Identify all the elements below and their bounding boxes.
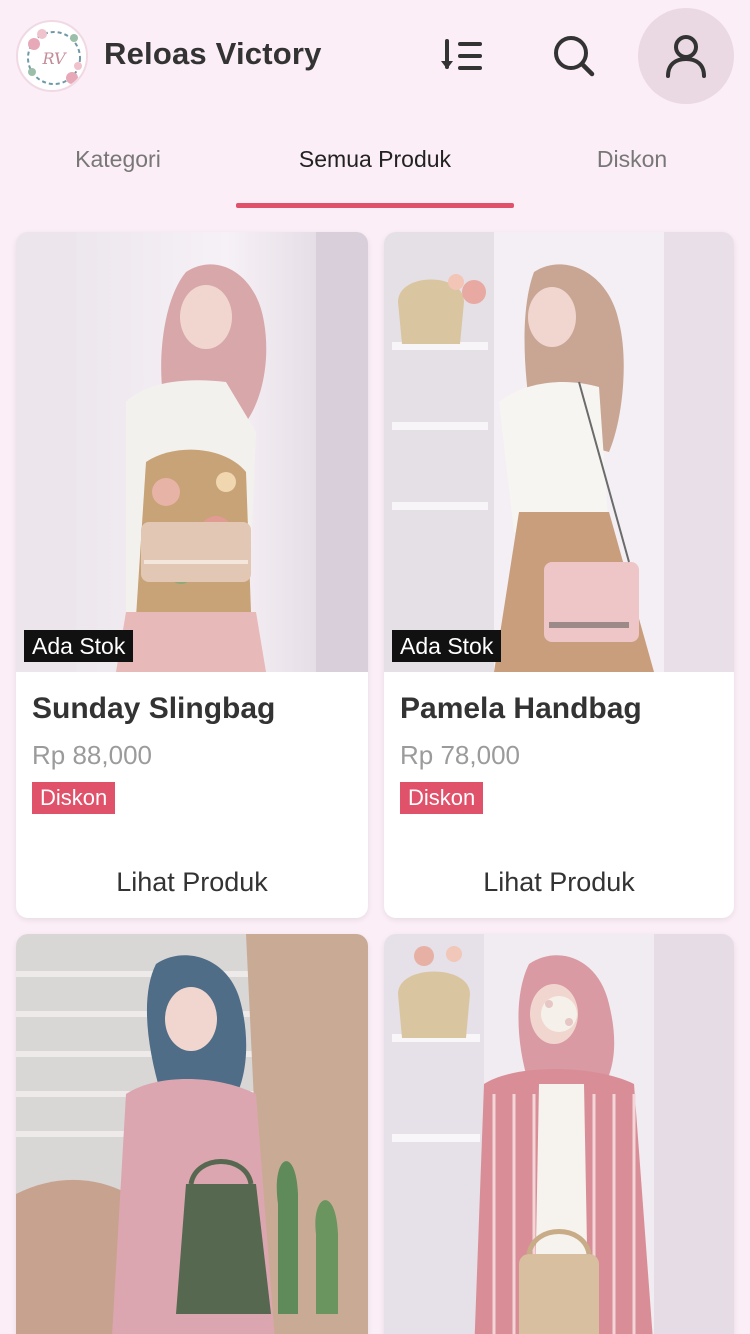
search-button[interactable] (526, 8, 622, 104)
sort-button[interactable] (414, 8, 510, 104)
discount-badge: Diskon (400, 782, 484, 814)
tab-diskon[interactable]: Diskon (514, 112, 750, 210)
user-icon (666, 35, 706, 78)
discount-badge: Diskon (32, 782, 116, 814)
view-product-button[interactable]: Lihat Produk (16, 850, 368, 914)
search-icon (554, 36, 595, 77)
profile-button[interactable] (638, 8, 734, 104)
product-price: Rp 88,000 (32, 740, 152, 770)
tab-semua-produk[interactable]: Semua Produk (236, 112, 514, 210)
product-name: Sunday Slingbag (32, 692, 276, 725)
stock-badge: Ada Stok (24, 630, 134, 662)
product-image (384, 232, 734, 672)
tab-bar: Kategori Semua Produk Diskon (0, 112, 750, 210)
product-card[interactable]: Ada Stok Sunday Slingbag Rp 88,000 Disko… (16, 232, 368, 918)
active-tab-indicator (236, 203, 514, 208)
stock-badge: Ada Stok (392, 630, 502, 662)
floral-wreath-icon: RV (20, 24, 86, 90)
product-image (384, 934, 734, 1334)
tab-kategori[interactable]: Kategori (0, 112, 236, 210)
product-name: Pamela Handbag (400, 692, 642, 725)
product-card[interactable]: Ada Stok Pamela Handbag Rp 78,000 Diskon… (384, 232, 734, 918)
product-price: Rp 78,000 (400, 740, 520, 770)
brand-logo[interactable]: RV (16, 20, 88, 92)
product-image (16, 232, 368, 672)
product-image (16, 934, 368, 1334)
app-title: Reloas Victory (104, 36, 322, 71)
product-card[interactable] (384, 934, 734, 1334)
product-card[interactable] (16, 934, 368, 1334)
sort-list-icon (441, 39, 482, 70)
app-header: RV Reloas Victory (0, 0, 750, 112)
logo-monogram: RV (41, 49, 66, 68)
view-product-button[interactable]: Lihat Produk (384, 850, 734, 914)
